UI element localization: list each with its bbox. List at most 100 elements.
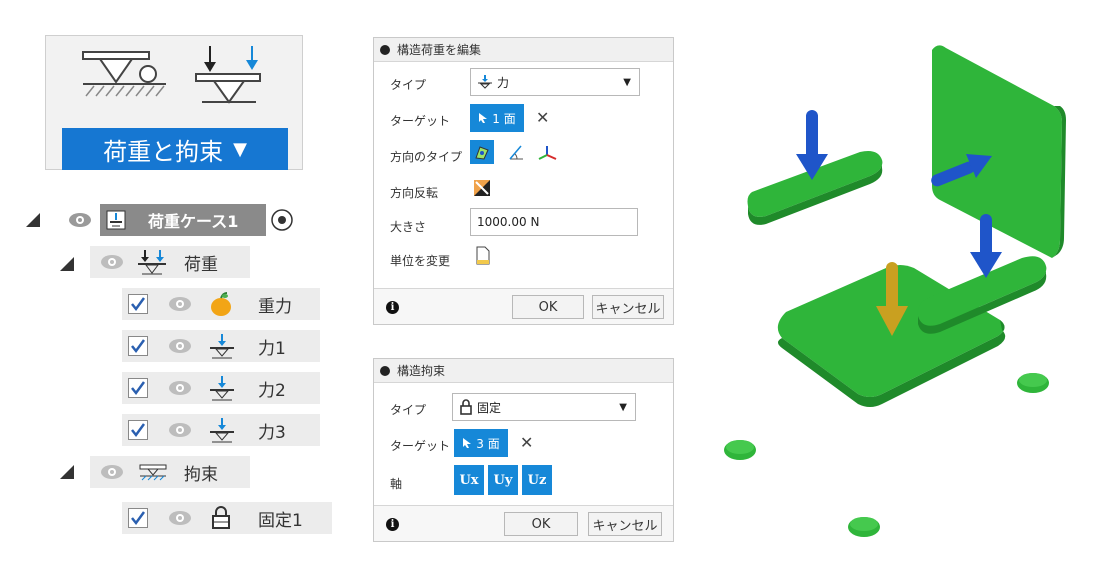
force-icon [210, 418, 234, 443]
ok-button[interactable]: OK [512, 295, 584, 319]
visibility-checkbox[interactable] [128, 420, 148, 440]
info-icon[interactable]: i [386, 301, 399, 314]
cancel-button[interactable]: キャンセル [588, 512, 662, 536]
fixed-pad[interactable] [848, 517, 880, 537]
constraint-icon [139, 464, 167, 481]
force1-label: 力1 [258, 338, 286, 359]
eye-icon [101, 465, 123, 479]
tree-item-force3[interactable]: 力3 [122, 414, 320, 446]
load-case-icon [106, 210, 126, 230]
checkmark-icon [131, 381, 146, 396]
info-icon[interactable]: i [386, 518, 399, 531]
eye-icon [101, 255, 123, 269]
flip-direction-icon[interactable] [472, 178, 492, 198]
load-type-select[interactable]: 力 ▼ [470, 68, 640, 96]
visibility-checkbox[interactable] [128, 336, 148, 356]
cursor-arrow-icon [463, 438, 472, 448]
dropdown-arrow-icon: ▼ [619, 401, 627, 413]
cancel-button[interactable]: キャンセル [592, 295, 664, 319]
type-label: タイプ [390, 78, 427, 92]
checkmark-icon [131, 339, 146, 354]
tree-item-constraints-folder[interactable]: 拘束 [90, 456, 250, 488]
units-document-icon[interactable] [475, 246, 491, 266]
uy-toggle[interactable]: Uy [488, 465, 518, 495]
checkmark-icon [131, 511, 146, 526]
eye-icon [169, 511, 191, 525]
eye-icon [169, 423, 191, 437]
tree-item-load-case[interactable]: 荷重ケース1 [100, 204, 266, 236]
ok-button[interactable]: OK [504, 512, 578, 536]
direction-type-label: 方向のタイプ [390, 150, 463, 164]
constraint-ribbon-icon[interactable] [80, 44, 170, 106]
cursor-arrow-icon [479, 113, 488, 123]
fixed1-label: 固定1 [258, 510, 303, 531]
tree-item-fixed1[interactable]: 固定1 [122, 502, 332, 534]
target-select-button[interactable]: 1 面 [470, 104, 524, 132]
expand-triangle-icon[interactable] [58, 464, 76, 480]
eye-icon [169, 297, 191, 311]
eye-icon[interactable] [68, 212, 92, 228]
expand-triangle-icon[interactable] [58, 256, 76, 272]
axis-label: 軸 [390, 477, 403, 491]
loads-folder-label: 荷重 [184, 254, 218, 275]
tree-item-force1[interactable]: 力1 [122, 330, 320, 362]
force3-label: 力3 [258, 422, 286, 443]
force-icon [210, 334, 234, 359]
target-label: ターゲット [390, 114, 451, 128]
magnitude-label: 大きさ [390, 220, 427, 234]
target-label: ターゲット [390, 439, 451, 453]
force2-label: 力2 [258, 380, 286, 401]
clear-selection-icon[interactable]: ✕ [536, 108, 549, 127]
uz-toggle[interactable]: Uz [522, 465, 552, 495]
vertical-plate[interactable] [932, 45, 1062, 258]
lock-icon [212, 506, 230, 529]
visibility-checkbox[interactable] [128, 378, 148, 398]
fixed-pad[interactable] [1017, 373, 1049, 393]
dialog-footer: i OK キャンセル [374, 505, 673, 541]
load-type-value: 力 [497, 75, 510, 90]
3d-model-viewport[interactable] [700, 30, 1093, 560]
eye-icon [169, 339, 191, 353]
edit-structural-load-dialog: 構造荷重を編集 タイプ 力 ▼ ターゲット 1 面 ✕ 方向のタイプ 方向反転 … [373, 37, 674, 325]
constraint-type-select[interactable]: 固定 ▼ [452, 393, 636, 421]
checkmark-icon [131, 297, 146, 312]
structural-constraint-dialog: 構造拘束 タイプ 固定 ▼ ターゲット 3 面 ✕ 軸 Ux Uy Uz i O… [373, 358, 674, 542]
visibility-checkbox[interactable] [128, 508, 148, 528]
ribbon-button-label: 荷重と拘束 [103, 137, 224, 166]
collapse-dot-icon[interactable] [380, 44, 390, 55]
angle-direction-icon[interactable] [507, 142, 525, 162]
target-count: 3 面 [476, 436, 500, 451]
change-units-label: 単位を変更 [390, 254, 451, 268]
force-icon [210, 376, 234, 401]
constraints-folder-label: 拘束 [184, 464, 218, 485]
expand-triangle-icon[interactable] [24, 212, 42, 228]
dropdown-arrow-icon: ▼ [623, 76, 631, 88]
visibility-checkbox[interactable] [128, 294, 148, 314]
load-ribbon-icon[interactable] [192, 44, 264, 106]
fixed-pad[interactable] [724, 440, 756, 460]
tree-item-gravity[interactable]: 重力 [122, 288, 320, 320]
lock-icon [460, 399, 472, 415]
clear-selection-icon[interactable]: ✕ [520, 433, 533, 452]
magnitude-input[interactable]: 1000.00 N [470, 208, 638, 236]
tree-item-force2[interactable]: 力2 [122, 372, 320, 404]
normal-direction-icon [475, 146, 489, 160]
collapse-dot-icon[interactable] [380, 365, 390, 376]
dialog-footer: i OK キャンセル [374, 288, 673, 324]
load-case-label: 荷重ケース1 [148, 212, 239, 231]
tree-item-loads-folder[interactable]: 荷重 [90, 246, 250, 278]
direction-normal-button[interactable] [470, 140, 494, 164]
dialog-header[interactable]: 構造拘束 [374, 359, 673, 383]
ux-toggle[interactable]: Ux [454, 465, 484, 495]
type-label: タイプ [390, 403, 427, 417]
loads-and-constraints-dropdown[interactable]: 荷重と拘束 ▼ [62, 128, 288, 170]
dialog-header[interactable]: 構造荷重を編集 [374, 38, 673, 62]
xyz-direction-icon[interactable] [536, 142, 558, 162]
constraint-type-value: 固定 [477, 400, 502, 415]
gravity-label: 重力 [258, 296, 292, 317]
apple-gravity-icon [211, 292, 231, 316]
activate-radio-icon[interactable] [270, 208, 294, 232]
dialog-title: 構造拘束 [397, 364, 446, 378]
checkmark-icon [131, 423, 146, 438]
target-select-button[interactable]: 3 面 [454, 429, 508, 457]
